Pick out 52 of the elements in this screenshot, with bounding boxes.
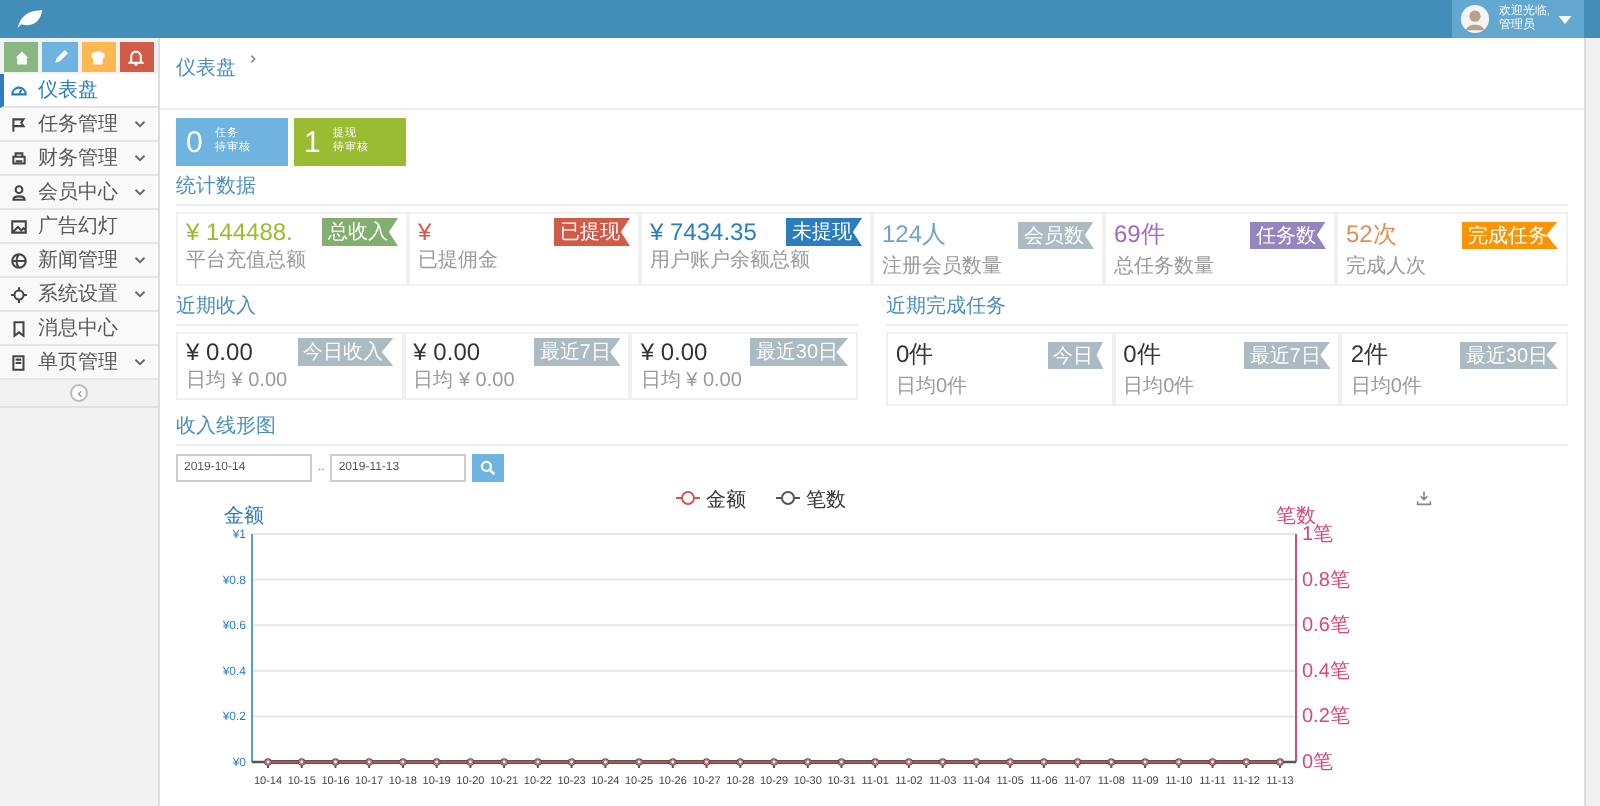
- legend-label: 笔数: [806, 488, 846, 512]
- stat-value: 69件: [1114, 218, 1165, 252]
- stat-tag: 今日收入: [297, 338, 394, 366]
- axis-title: 笔数: [1276, 506, 1316, 528]
- stat-value: ¥ 0.00: [186, 338, 253, 366]
- stat-value: ¥ 144488.: [186, 218, 293, 246]
- stat-label: 注册会员数量: [882, 253, 1004, 280]
- stat-value: 124人: [882, 218, 947, 252]
- stat-tag: 会员数: [1018, 221, 1094, 249]
- stat-label: 总任务数量: [1114, 253, 1216, 280]
- stat-label: 已提佣金: [418, 248, 500, 274]
- section-title: 近期收入: [176, 286, 858, 326]
- stat-label: 平台充值总额: [186, 247, 308, 274]
- stat-label: 用户账户余额总额: [650, 247, 812, 274]
- stat-tag: 最近7日: [533, 338, 621, 366]
- section-title: 收入线形图: [176, 406, 1568, 446]
- axis-label: 0.4笔: [1302, 660, 1350, 683]
- stat-tag: 已提现: [554, 218, 630, 246]
- stat-label: 完成人次: [1346, 253, 1428, 280]
- stat-tag: 最近7日: [1243, 341, 1331, 369]
- stat-tag: 完成任务: [1462, 221, 1558, 249]
- stat-value: ¥ 0.00: [413, 338, 481, 366]
- axis-label: 0.6笔: [1302, 615, 1350, 638]
- stat-tag: 未提现: [786, 218, 862, 246]
- stat-value: ¥: [418, 218, 432, 246]
- stat-label: 日均 ¥ 0.00: [640, 368, 744, 394]
- axis-title: 金额: [224, 506, 264, 528]
- pending-count: 1: [304, 125, 321, 159]
- stat-tag: 最近30日: [749, 338, 849, 366]
- axis-label: 1笔: [1302, 524, 1334, 546]
- stat-value: 0件: [896, 338, 934, 372]
- stat-tag: 总收入: [322, 218, 398, 246]
- axis-label: 0.8笔: [1302, 569, 1350, 592]
- legend-label: 金额: [706, 488, 746, 512]
- section-title: 近期完成任务: [886, 286, 1568, 326]
- stat-value: ¥ 0.00: [640, 338, 708, 366]
- stat-label: 日均0件: [1350, 374, 1424, 400]
- axis-label: 0.2笔: [1302, 706, 1350, 729]
- stat-label: 日均0件: [1123, 374, 1197, 400]
- stat-value: 52次: [1346, 218, 1397, 252]
- stat-tag: 任务数: [1250, 221, 1326, 249]
- axis-label: 0笔: [1302, 752, 1334, 774]
- stat-label: 日均 ¥ 0.00: [186, 368, 290, 394]
- stat-value: 0件: [1123, 338, 1161, 372]
- stat-label: 日均 ¥ 0.00: [413, 368, 517, 394]
- pending-count: 0: [186, 125, 203, 159]
- stat-value: 2件: [1350, 338, 1389, 372]
- stat-value: ¥ 7434.35: [650, 218, 757, 246]
- section-title: 统计数据: [176, 166, 1568, 206]
- stat-tag: 今日: [1047, 341, 1104, 369]
- stat-tag: 最近30日: [1459, 341, 1559, 369]
- stat-label: 日均0件: [896, 374, 970, 400]
